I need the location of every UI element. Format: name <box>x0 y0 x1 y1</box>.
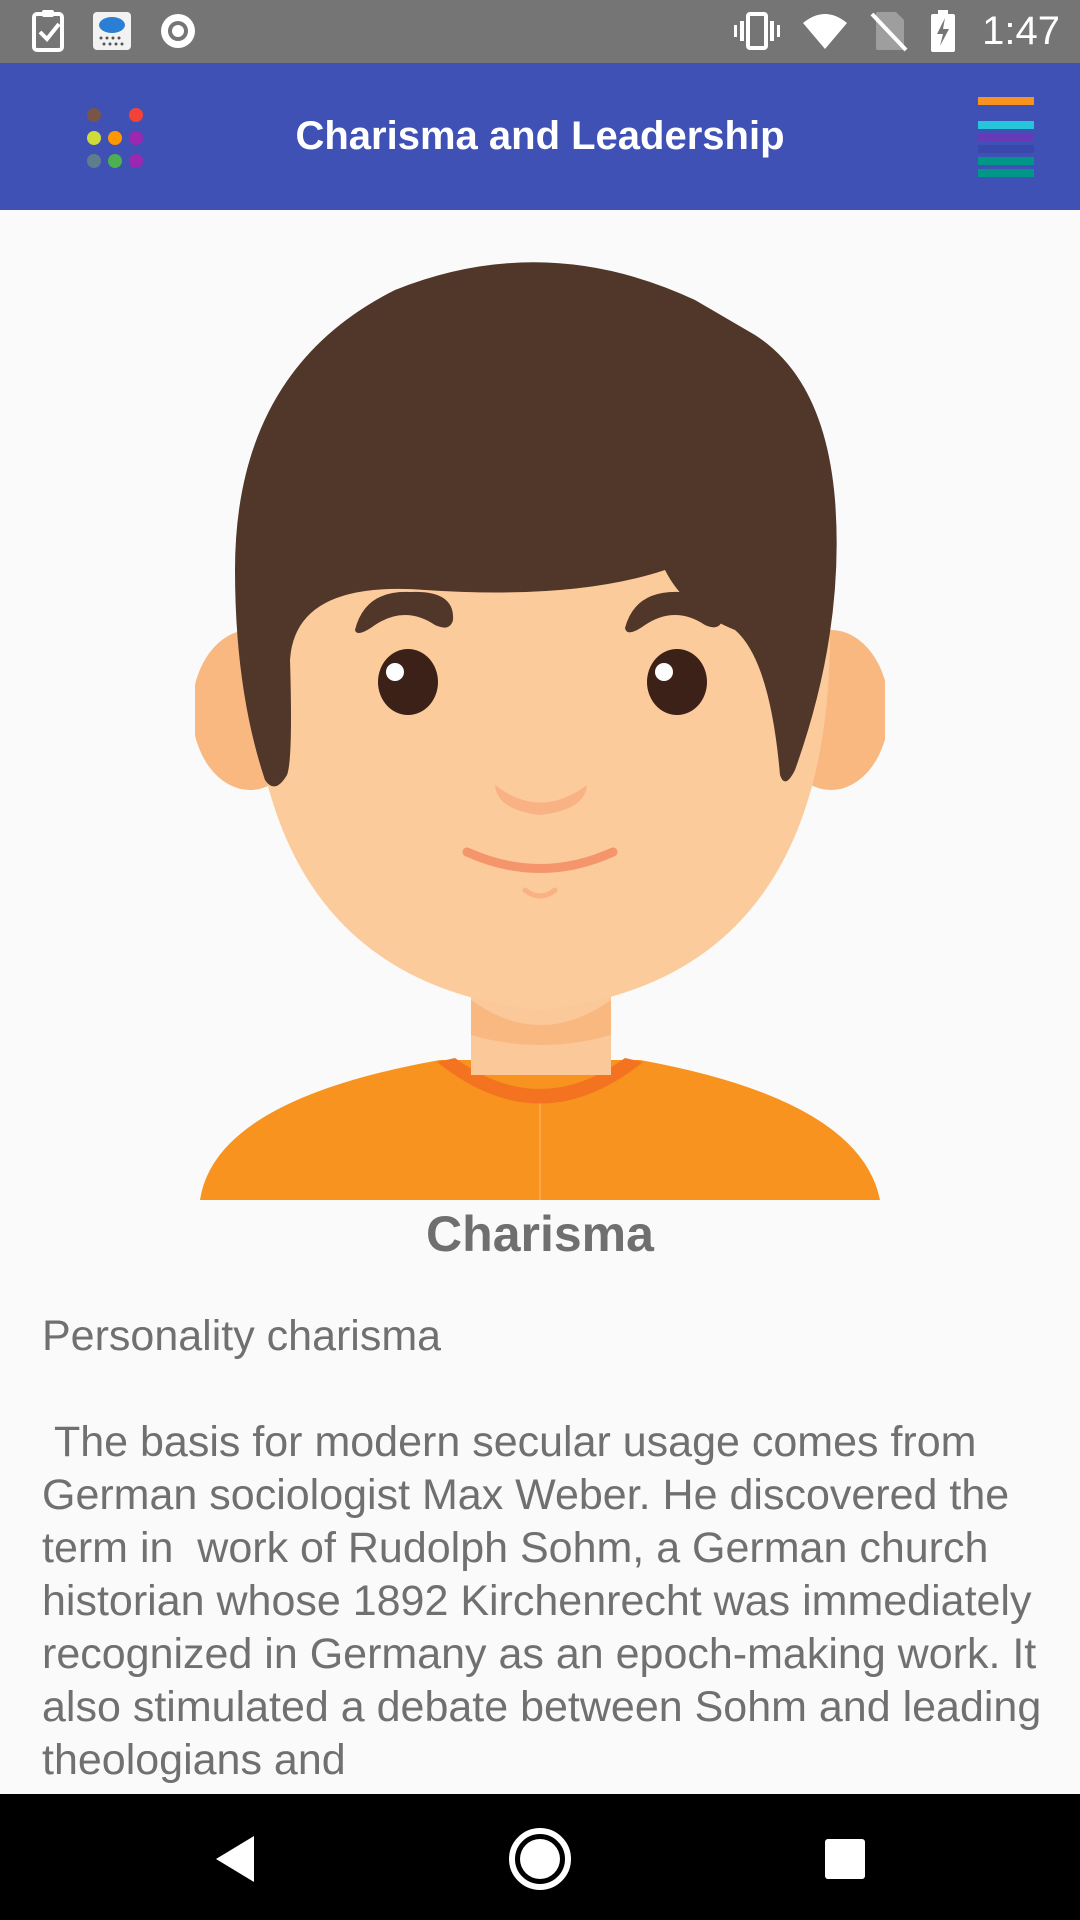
status-time: 1:47 <box>982 9 1060 53</box>
status-bar: 1:47 <box>0 0 1080 63</box>
colored-dots-logo-icon[interactable] <box>82 105 154 177</box>
wifi-icon <box>803 14 848 49</box>
card-title: Charisma <box>426 1206 654 1262</box>
boy-avatar-illustration <box>195 262 885 1200</box>
battery-charging-icon <box>931 10 956 52</box>
app-title: Charisma and Leadership <box>295 114 785 158</box>
navigation-bar <box>0 1794 1080 1920</box>
status-right-icons: 1:47 <box>734 8 1060 54</box>
vibrate-icon <box>734 12 781 50</box>
content-area[interactable]: Charisma Personality charisma The basis … <box>0 210 1080 1794</box>
home-icon[interactable] <box>505 1824 575 1894</box>
app-bar: Charisma and Leadership <box>0 63 1080 210</box>
menu-icon[interactable] <box>978 95 1034 179</box>
back-icon[interactable] <box>200 1824 270 1894</box>
recents-icon[interactable] <box>810 1824 880 1894</box>
body-text: Personality charisma The basis for moder… <box>42 1312 1042 1784</box>
record-circle-icon <box>161 14 195 48</box>
task-check-icon <box>32 10 64 52</box>
weather-app-icon <box>93 12 131 50</box>
no-sim-icon <box>870 12 908 52</box>
status-left-icons <box>32 10 198 52</box>
